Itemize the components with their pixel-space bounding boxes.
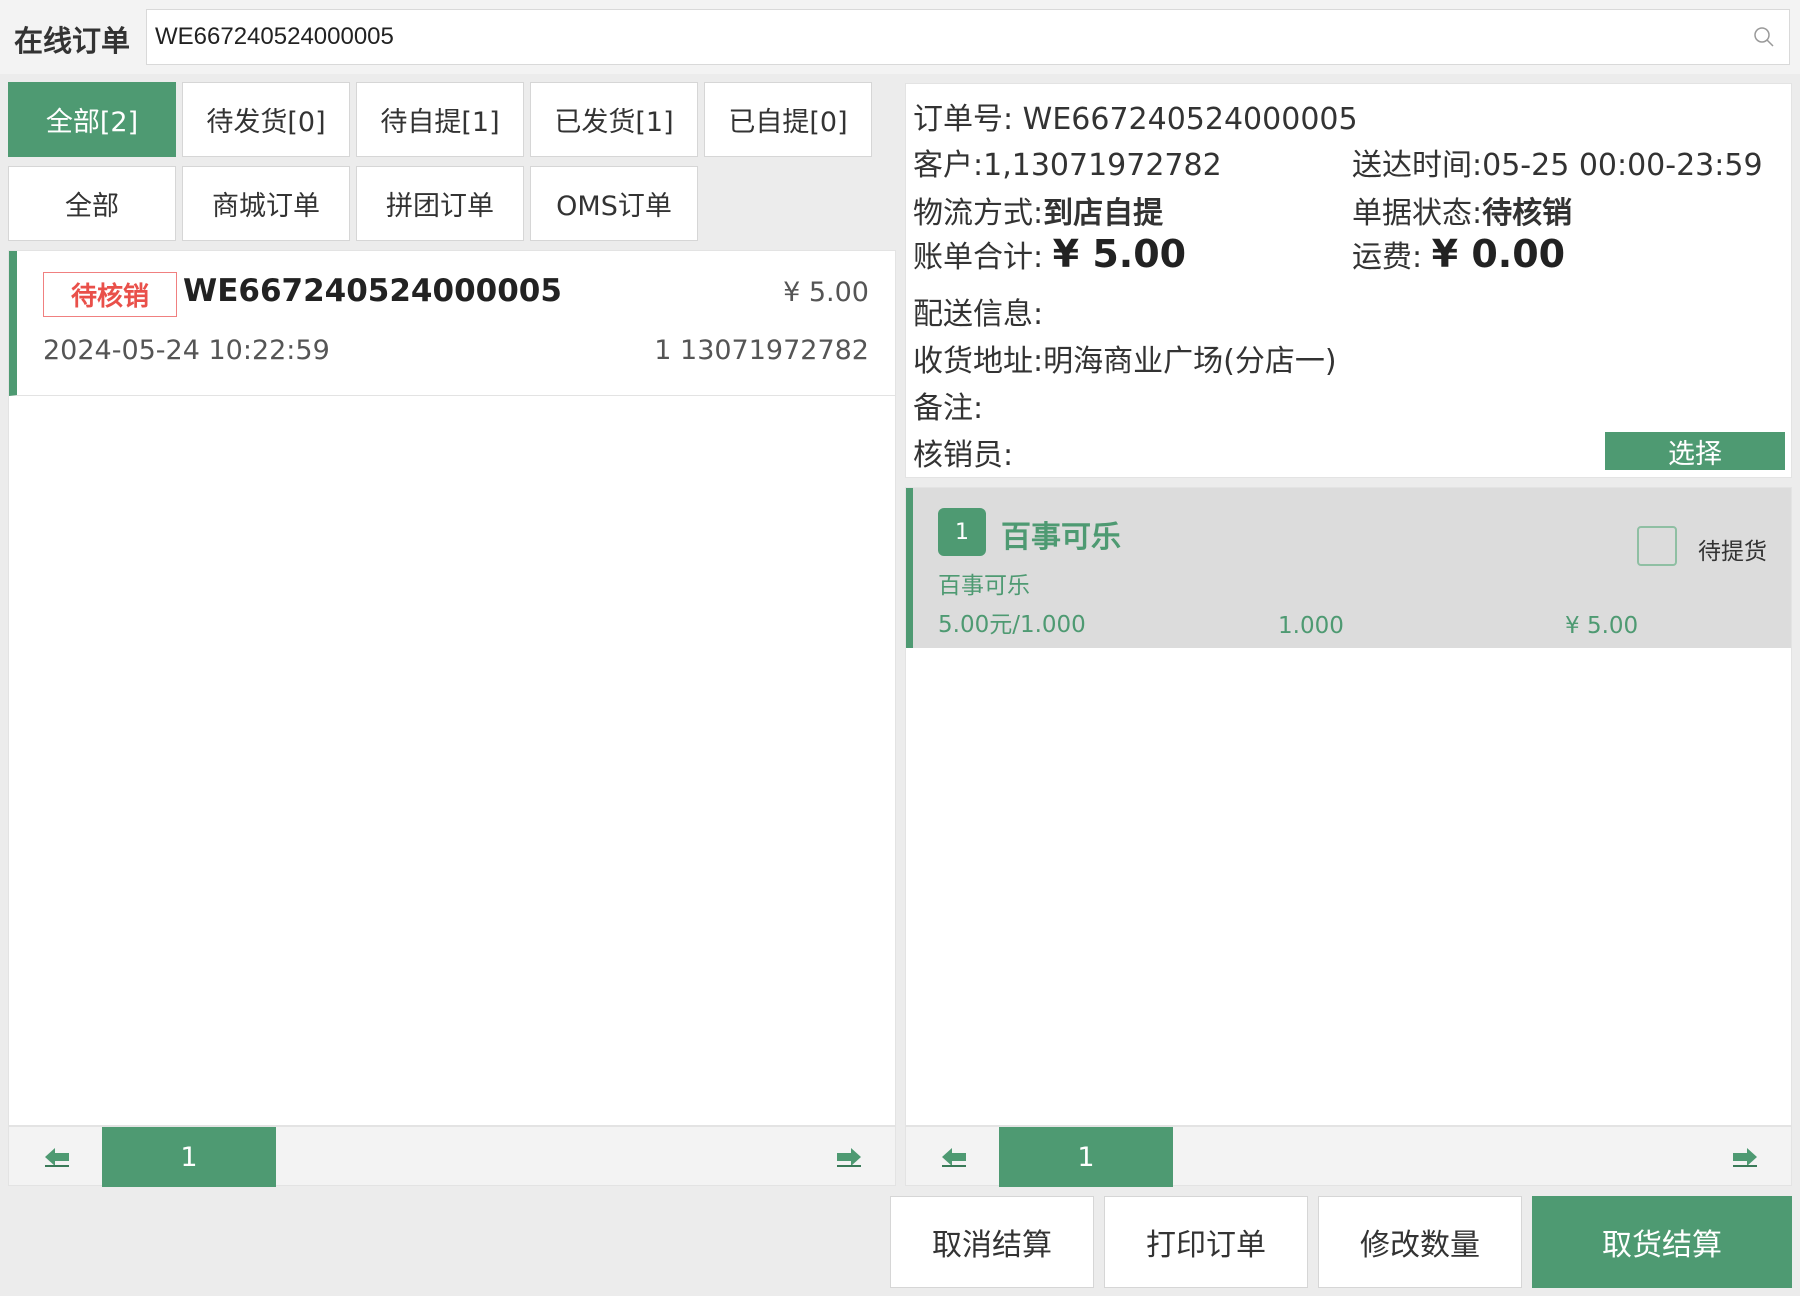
detail-order-no: 订单号: WE667240524000005	[913, 94, 1358, 138]
left-pager: 1	[8, 1126, 896, 1187]
customer-label: 客户:	[913, 148, 984, 183]
order-no-label: 订单号:	[913, 102, 1014, 137]
tab-pending-ship[interactable]: 待发货[0]	[182, 82, 350, 157]
order-time: 2024-05-24 10:22:59	[43, 335, 330, 366]
delivery-time-label: 送达时间:	[1352, 148, 1483, 183]
prev-page-icon[interactable]	[934, 1137, 974, 1177]
item-checkbox[interactable]	[1637, 526, 1677, 566]
current-page[interactable]: 1	[102, 1127, 276, 1187]
search-box[interactable]	[146, 9, 1790, 65]
customer-value: 1,13071972782	[983, 148, 1222, 183]
list-item[interactable]: 待核销 WE667240524000005 ¥ 5.00 2024-05-24 …	[9, 251, 895, 396]
cancel-checkout-button[interactable]: 取消结算	[890, 1196, 1094, 1288]
logistics-label: 物流方式:	[913, 196, 1044, 231]
next-page-icon[interactable]	[829, 1137, 869, 1177]
select-verifier-button[interactable]: 选择	[1605, 432, 1785, 470]
next-page-icon[interactable]	[1725, 1137, 1765, 1177]
order-list: 待核销 WE667240524000005 ¥ 5.00 2024-05-24 …	[8, 250, 896, 1126]
detail-logistics: 物流方式:到店自提	[913, 188, 1163, 232]
detail-remark: 备注:	[913, 391, 984, 426]
detail-doc-status: 单据状态:待核销	[1352, 188, 1572, 232]
tab-oms-order[interactable]: OMS订单	[530, 166, 698, 241]
detail-customer: 客户:1,13071972782	[913, 140, 1222, 184]
list-item[interactable]: 1 百事可乐 百事可乐 5.00元/1.000 1.000 ¥ 5.00 待提货	[906, 488, 1791, 648]
right-pager: 1	[905, 1126, 1792, 1187]
tab-group-order[interactable]: 拼团订单	[356, 166, 524, 241]
status-badge: 待核销	[43, 272, 177, 317]
address-label: 收货地址:	[913, 344, 1044, 379]
print-order-button[interactable]: 打印订单	[1104, 1196, 1308, 1288]
bill-total-label: 账单合计:	[913, 240, 1044, 275]
modify-quantity-button[interactable]: 修改数量	[1318, 1196, 1522, 1288]
search-icon[interactable]	[1753, 26, 1775, 48]
detail-verifier: 核销员:	[913, 438, 1014, 473]
logistics-value: 到店自提	[1043, 196, 1164, 231]
item-list: 1 百事可乐 百事可乐 5.00元/1.000 1.000 ¥ 5.00 待提货	[905, 487, 1792, 1126]
detail-freight: 运费: ¥ 0.00	[1352, 232, 1565, 276]
tab-all-status[interactable]: 全部[2]	[8, 82, 176, 157]
bill-total-value: ¥ 5.00	[1052, 232, 1187, 276]
tab-pending-pickup[interactable]: 待自提[1]	[356, 82, 524, 157]
tab-mall-order[interactable]: 商城订单	[182, 166, 350, 241]
delivery-time-value: 05-25 00:00-23:59	[1482, 148, 1763, 183]
tab-all-type[interactable]: 全部	[8, 166, 176, 241]
freight-value: ¥ 0.00	[1431, 232, 1566, 276]
pickup-checkout-button[interactable]: 取货结算	[1532, 1196, 1792, 1288]
item-quantity: 1.000	[1278, 613, 1344, 639]
detail-delivery-time: 送达时间:05-25 00:00-23:59	[1352, 140, 1763, 184]
item-unit-price: 5.00元/1.000	[938, 612, 1086, 638]
prev-page-icon[interactable]	[37, 1137, 77, 1177]
item-index: 1	[938, 508, 986, 556]
header-bar: 在线订单	[0, 0, 1800, 74]
order-detail-panel: 订单号: WE667240524000005 客户:1,13071972782 …	[905, 83, 1792, 478]
tab-picked-up[interactable]: 已自提[0]	[704, 82, 872, 157]
item-name: 百事可乐	[1001, 520, 1121, 555]
order-no-value: WE667240524000005	[1022, 102, 1358, 137]
doc-status-value: 待核销	[1482, 196, 1573, 231]
item-status: 待提货	[1698, 539, 1767, 565]
tab-shipped[interactable]: 已发货[1]	[530, 82, 698, 157]
order-customer: 1 13071972782	[654, 335, 869, 366]
detail-bill-total: 账单合计: ¥ 5.00	[913, 232, 1186, 276]
item-subname: 百事可乐	[938, 573, 1030, 599]
detail-delivery-info: 配送信息:	[913, 297, 1044, 332]
current-page[interactable]: 1	[999, 1127, 1173, 1187]
freight-label: 运费:	[1352, 240, 1423, 275]
order-number: WE667240524000005	[183, 273, 562, 309]
item-amount: ¥ 5.00	[1565, 613, 1639, 639]
address-value: 明海商业广场(分店一)	[1043, 344, 1337, 379]
detail-address: 收货地址:明海商业广场(分店一)	[913, 336, 1337, 380]
page-title: 在线订单	[14, 24, 131, 58]
search-input[interactable]	[155, 10, 1735, 64]
order-price: ¥ 5.00	[783, 277, 869, 308]
doc-status-label: 单据状态:	[1352, 196, 1483, 231]
